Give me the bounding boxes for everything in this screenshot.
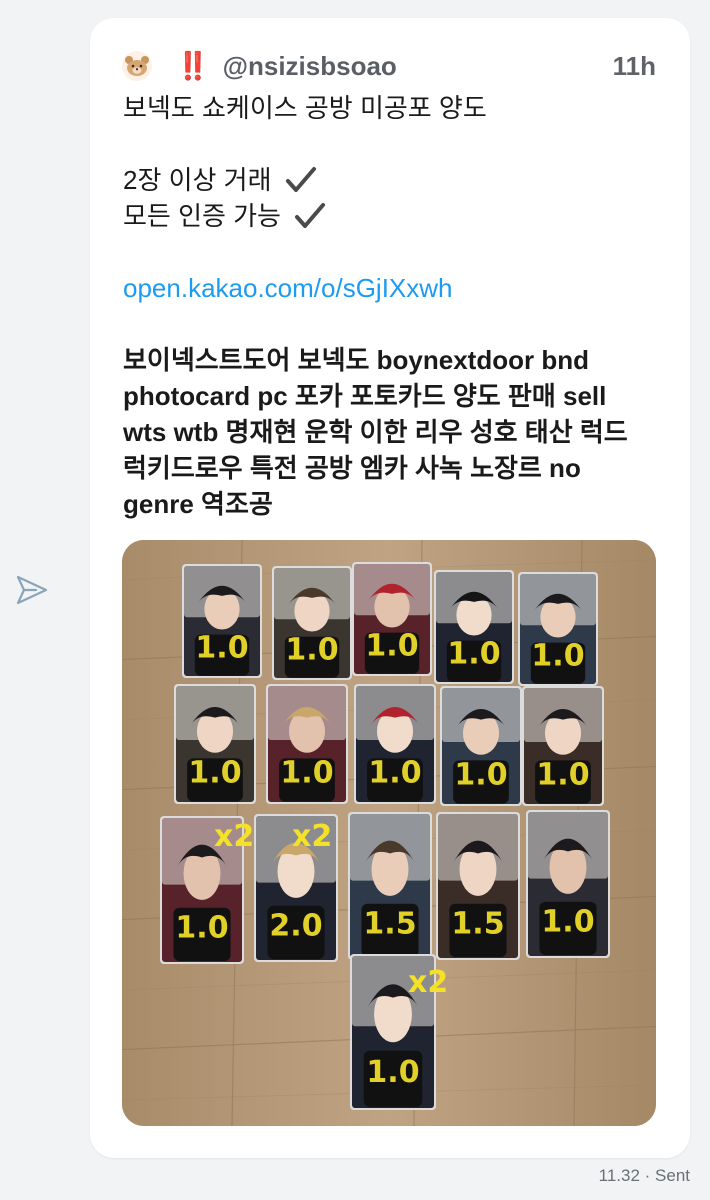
tag-line: photocard pc 포카 포토카드 양도 판매 sell (123, 381, 607, 411)
tag-line: genre 역조공 (123, 489, 273, 519)
price-label: 1.5 (451, 906, 504, 941)
price-label: 1.0 (541, 904, 594, 939)
photocard: 1.0 (354, 684, 436, 804)
photocard: 1.0 (518, 572, 598, 686)
post-header: ‼️ @nsizisbsoao 11h (122, 46, 656, 86)
photocard: 1.0 (352, 562, 432, 676)
price-label: 1.0 (366, 1055, 419, 1090)
post-line-text: 모든 인증 가능 (123, 201, 281, 231)
quantity-mark: x2 (408, 965, 448, 1000)
hashtag-block: 보이넥스트도어 보넥도 boynextdoor bnd photocard pc… (123, 342, 666, 522)
post-line: 2장 이상 거래 (123, 162, 666, 198)
message-bubble: ‼️ @nsizisbsoao 11h 보넥도 쇼케이스 공방 미공포 양도 2… (90, 18, 690, 1158)
price-label: 1.0 (280, 755, 333, 790)
post-body: 보넥도 쇼케이스 공방 미공포 양도 2장 이상 거래 모든 인증 가능 ope… (123, 90, 666, 522)
photocard: 1.0 (434, 570, 514, 684)
price-label: 1.0 (285, 632, 338, 667)
quantity-mark: x2 (214, 819, 254, 854)
post-line: 모든 인증 가능 (123, 198, 666, 234)
tag-line: 보이넥스트도어 보넥도 boynextdoor bnd (123, 345, 589, 375)
price-label: 1.0 (195, 630, 248, 665)
photocard: 1.0 (272, 566, 352, 680)
price-label: 1.0 (365, 628, 418, 663)
price-label: 2.0 (269, 908, 322, 943)
tag-line: 럭키드로우 특전 공방 엠카 사녹 노장르 no (123, 453, 581, 483)
post-time: 11h (612, 50, 656, 81)
price-label: 1.0 (454, 757, 507, 792)
post-title: 보넥도 쇼케이스 공방 미공포 양도 (123, 93, 487, 123)
post-line-text: 2장 이상 거래 (123, 165, 272, 195)
price-label: 1.0 (188, 755, 241, 790)
photocard: 1.5 (436, 812, 520, 960)
photocard: 1.0 (522, 686, 604, 806)
bear-icon (125, 56, 149, 76)
photocard: 1.0 (266, 684, 348, 804)
quantity-mark: x2 (292, 819, 332, 854)
photocards-image: 1.0 1.0 1.0 1.0 1.0 1.0 1.0 1.0 1.0 1.0 1.0 2.0 1.5 1… (122, 540, 656, 1126)
photocard: 1.0 (182, 564, 262, 678)
open-chat-link[interactable]: open.kakao.com/o/sGjIXxwh (123, 270, 666, 306)
photocard: 1.0 (174, 684, 256, 804)
price-label: 1.0 (175, 910, 228, 945)
checkmark-icon (285, 167, 316, 192)
attached-photo[interactable]: 1.0 1.0 1.0 1.0 1.0 1.0 1.0 1.0 1.0 1.0 1.0 2.0 1.5 1… (122, 540, 656, 1126)
price-label: 1.5 (363, 906, 416, 941)
avatar[interactable] (122, 51, 152, 81)
message-status: 11.32 · Sent (598, 1166, 690, 1185)
send-icon[interactable] (14, 572, 50, 608)
price-label: 1.0 (447, 636, 500, 671)
price-label: 1.0 (536, 757, 589, 792)
checkmark-icon (295, 203, 326, 228)
price-label: 1.0 (368, 755, 421, 790)
photocard: 1.0 (440, 686, 522, 806)
double-exclamation-icon: ‼️ (176, 51, 210, 82)
price-label: 1.0 (531, 638, 584, 673)
photocard: 1.5 (348, 812, 432, 960)
author-handle[interactable]: @nsizisbsoao (223, 51, 397, 82)
photocard: 1.0 (526, 810, 610, 958)
tag-line: wts wtb 명재현 운학 이한 리우 성호 태산 럭드 (123, 417, 628, 447)
